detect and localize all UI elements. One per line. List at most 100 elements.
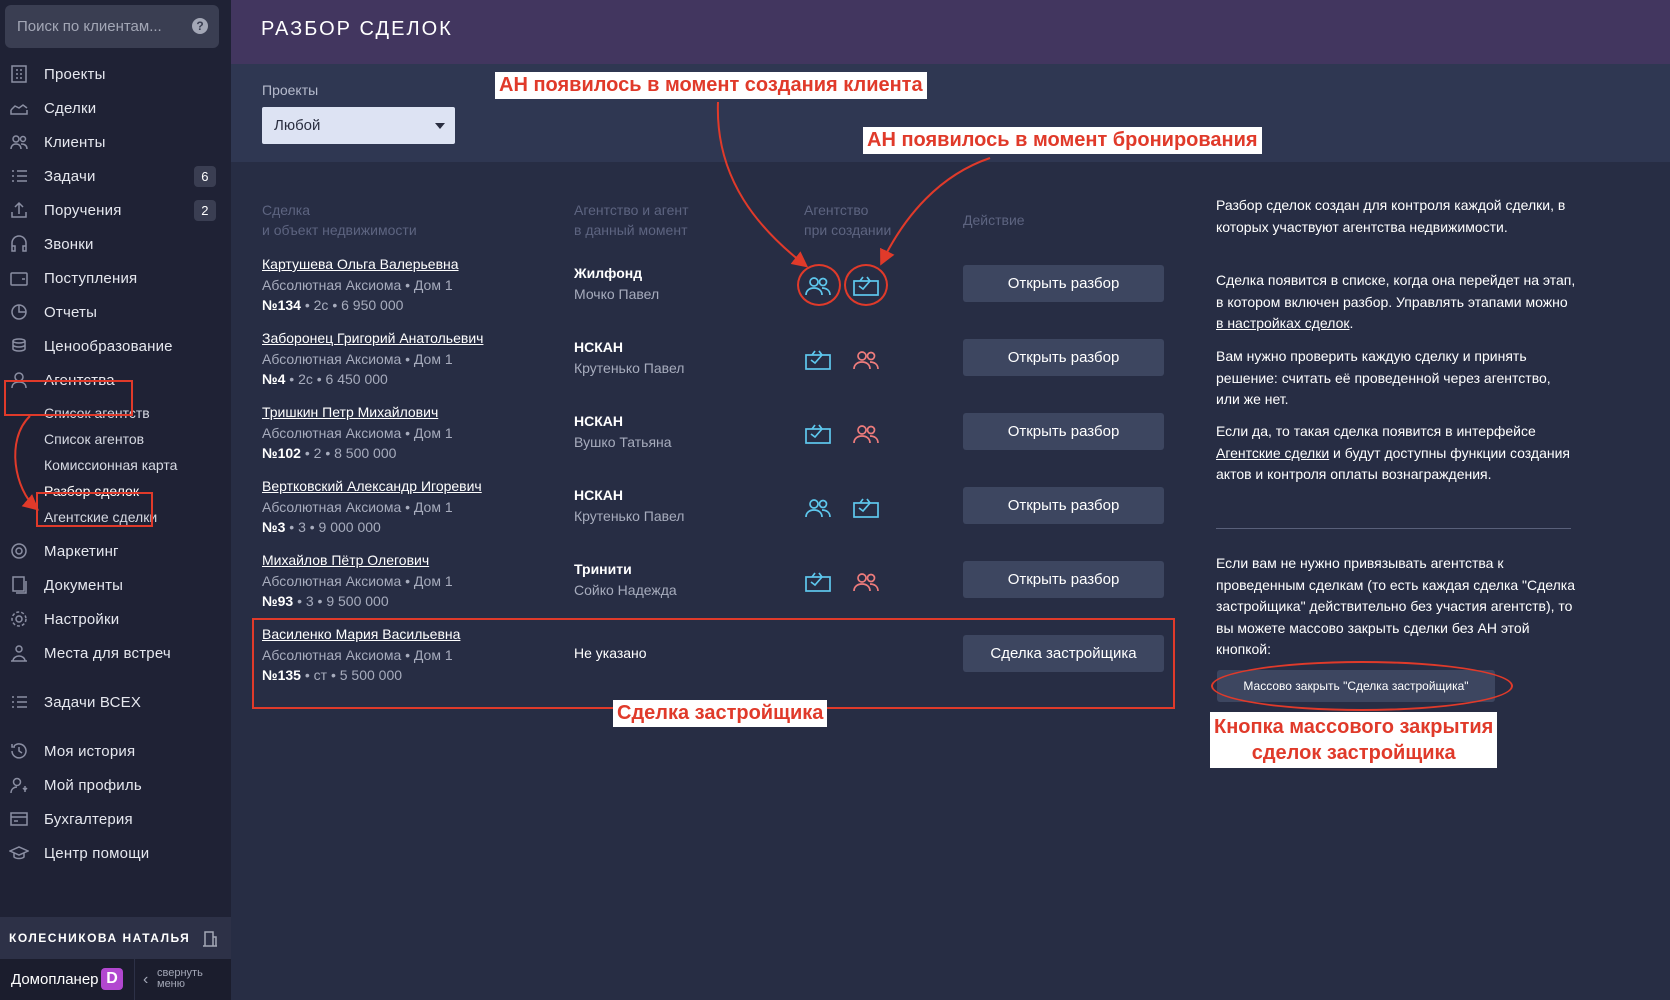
booking-icon bbox=[803, 422, 833, 446]
logo-icon: D bbox=[101, 968, 123, 990]
coins-icon bbox=[8, 336, 30, 356]
object-text: Абсолютная Аксиома • Дом 1 bbox=[262, 573, 453, 589]
sidebar-item-assignments[interactable]: Поручения 2 bbox=[0, 193, 231, 227]
info-text: Если да, то такая сделка появится в инте… bbox=[1216, 423, 1536, 439]
sidebar-item-label: Клиенты bbox=[44, 133, 106, 151]
sidebar-item-label: Поступления bbox=[44, 269, 138, 287]
sidebar-item-accounting[interactable]: Бухгалтерия bbox=[0, 802, 231, 836]
divider bbox=[1216, 528, 1571, 529]
search-input[interactable] bbox=[5, 5, 219, 48]
caret-down-icon bbox=[435, 123, 445, 129]
sidebar-item-reports[interactable]: Отчеты bbox=[0, 295, 231, 329]
open-review-button[interactable]: Открыть разбор bbox=[963, 561, 1164, 598]
sidebar-item-label: Задачи ВСЕХ bbox=[44, 693, 142, 711]
object-text: Абсолютная Аксиома • Дом 1 bbox=[262, 277, 453, 293]
sidebar-item-settings[interactable]: Настройки bbox=[0, 602, 231, 636]
chevron-left-icon[interactable]: ‹ bbox=[143, 971, 148, 989]
col-header-text: и объект недвижимости bbox=[262, 222, 417, 238]
info-paragraph: Если да, то такая сделка появится в инте… bbox=[1216, 421, 1576, 486]
col-header-text: Агентство и агент bbox=[574, 202, 689, 218]
collapse-menu-button[interactable]: свернуть меню bbox=[157, 968, 203, 990]
wallet-icon bbox=[8, 268, 30, 288]
agent-name: Крутенько Павел bbox=[574, 508, 685, 524]
open-review-button[interactable]: Открыть разбор bbox=[963, 413, 1164, 450]
open-review-button[interactable]: Открыть разбор bbox=[963, 265, 1164, 302]
client-name-link[interactable]: Картушева Ольга Валерьевна bbox=[262, 256, 459, 272]
sidebar-item-label: Звонки bbox=[44, 235, 94, 253]
deal-details: №93 • 3 • 9 500 000 bbox=[262, 593, 389, 609]
building-icon bbox=[8, 64, 30, 84]
deal-details: №134 • 2с • 6 950 000 bbox=[262, 297, 403, 313]
help-icon[interactable]: ? bbox=[192, 18, 208, 34]
client-name-link[interactable]: Михайлов Пётр Олегович bbox=[262, 552, 429, 568]
object-text: Абсолютная Аксиома • Дом 1 bbox=[262, 351, 453, 367]
sidebar-item-marketing[interactable]: Маркетинг bbox=[0, 534, 231, 568]
open-review-button[interactable]: Открыть разбор bbox=[963, 339, 1164, 376]
users-icon bbox=[8, 132, 30, 152]
building-icon bbox=[201, 929, 219, 950]
sidebar-item-label: Отчеты bbox=[44, 303, 98, 321]
sidebar-item-profile[interactable]: Мой профиль bbox=[0, 768, 231, 802]
sidebar-item-pricing[interactable]: Ценообразование bbox=[0, 329, 231, 363]
sidebar-item-tasks[interactable]: Задачи 6 bbox=[0, 159, 231, 193]
sidebar-item-label: Мой профиль bbox=[44, 776, 142, 794]
info-paragraph: Вам нужно проверить каждую сделку и прин… bbox=[1216, 348, 1551, 407]
user-name: КОЛЕСНИКОВА НАТАЛЬЯ bbox=[9, 931, 191, 945]
users-icon bbox=[851, 422, 881, 446]
sidebar-item-projects[interactable]: Проекты bbox=[0, 57, 231, 91]
agency-name: Тринити bbox=[574, 561, 632, 577]
sidebar-item-income[interactable]: Поступления bbox=[0, 261, 231, 295]
sidebar-item-label: Маркетинг bbox=[44, 542, 119, 560]
sub-item-commission-map[interactable]: Комиссионная карта bbox=[44, 453, 177, 477]
header: РАЗБОР СДЕЛОК bbox=[231, 0, 1670, 64]
sidebar-item-documents[interactable]: Документы bbox=[0, 568, 231, 602]
agency-name: НСКАН bbox=[574, 413, 623, 429]
client-name-link[interactable]: Вертковский Александр Игоревич bbox=[262, 478, 482, 494]
agency-name: НСКАН bbox=[574, 339, 623, 355]
deal-specs: • 3 • 9 500 000 bbox=[293, 593, 389, 609]
sidebar-item-all-tasks[interactable]: Задачи ВСЕХ bbox=[0, 685, 231, 719]
deal-specs: • 3 • 9 000 000 bbox=[285, 519, 381, 535]
footer-bar: Домопланер D ‹ свернуть меню bbox=[0, 959, 231, 1000]
agency-deals-link[interactable]: Агентские сделки bbox=[1216, 445, 1329, 461]
sidebar-item-help-center[interactable]: Центр помощи bbox=[0, 836, 231, 870]
meeting-icon bbox=[8, 643, 30, 663]
agent-name: Вушко Татьяна bbox=[574, 434, 672, 450]
sidebar-item-label: Проекты bbox=[44, 65, 106, 83]
agent-name: Мочко Павел bbox=[574, 286, 660, 302]
deal-specs: • 2 • 8 500 000 bbox=[300, 445, 397, 461]
sidebar-item-label: Документы bbox=[44, 576, 124, 594]
card-icon bbox=[8, 809, 30, 829]
agency-name: НСКАН bbox=[574, 487, 623, 503]
client-name-link[interactable]: Тришкин Петр Михайлович bbox=[262, 404, 438, 420]
divider bbox=[134, 959, 135, 1000]
user-bar[interactable]: КОЛЕСНИКОВА НАТАЛЬЯ bbox=[0, 917, 231, 959]
client-name-link[interactable]: Заборонец Григорий Анатольевич bbox=[262, 330, 483, 346]
col-header-text: при создании bbox=[804, 222, 892, 238]
sidebar-item-calls[interactable]: Звонки bbox=[0, 227, 231, 261]
count-badge: 6 bbox=[194, 166, 216, 187]
search-box: ? bbox=[5, 5, 219, 48]
open-review-button[interactable]: Открыть разбор bbox=[963, 487, 1164, 524]
annotation-mass-close: Кнопка массового закрытия сделок застрой… bbox=[1210, 712, 1498, 768]
count-badge: 2 bbox=[194, 200, 216, 221]
sidebar-item-deals[interactable]: Сделки bbox=[0, 91, 231, 125]
annotation-text: сделок застройщика bbox=[1251, 742, 1456, 764]
sidebar-item-meeting-places[interactable]: Места для встреч bbox=[0, 636, 231, 670]
sidebar-item-label: Моя история bbox=[44, 742, 136, 760]
deal-settings-link[interactable]: в настройках сделок bbox=[1216, 315, 1350, 331]
annotation-creation: АН появилось в момент создания клиента bbox=[495, 72, 927, 99]
info-paragraph: Если вам не нужно привязывать агентства … bbox=[1216, 555, 1576, 657]
projects-select[interactable]: Любой bbox=[262, 107, 455, 144]
deal-number: №93 bbox=[262, 593, 294, 609]
deal-number: №4 bbox=[262, 371, 286, 387]
sidebar-item-clients[interactable]: Клиенты bbox=[0, 125, 231, 159]
sidebar-item-history[interactable]: Моя история bbox=[0, 734, 231, 768]
user-gear-icon bbox=[8, 775, 30, 795]
agency-name: Жилфонд bbox=[574, 265, 643, 281]
annotation-booking: АН появилось в момент бронирования bbox=[863, 127, 1262, 154]
col-header-agency: Агентство и агент в данный момент bbox=[574, 200, 689, 240]
sub-item-agents-list[interactable]: Список агентов bbox=[44, 427, 144, 451]
deal-specs: • 2с • 6 450 000 bbox=[285, 371, 388, 387]
deal-number: №102 bbox=[262, 445, 301, 461]
